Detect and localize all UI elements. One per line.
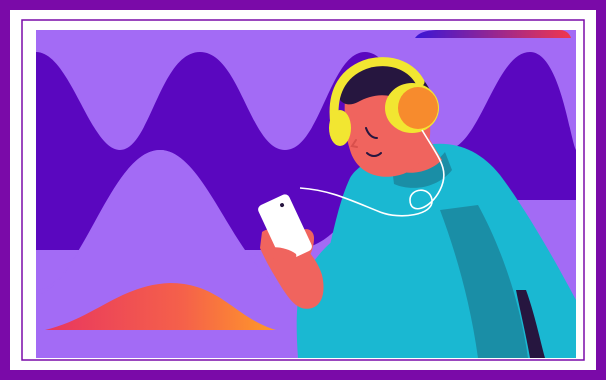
headphones-cup-back [329, 110, 351, 146]
top-bar [415, 30, 571, 38]
illustration-frame [0, 0, 606, 380]
artwork [36, 30, 576, 358]
illustration [0, 0, 606, 380]
headphones-cup-front [398, 87, 438, 129]
